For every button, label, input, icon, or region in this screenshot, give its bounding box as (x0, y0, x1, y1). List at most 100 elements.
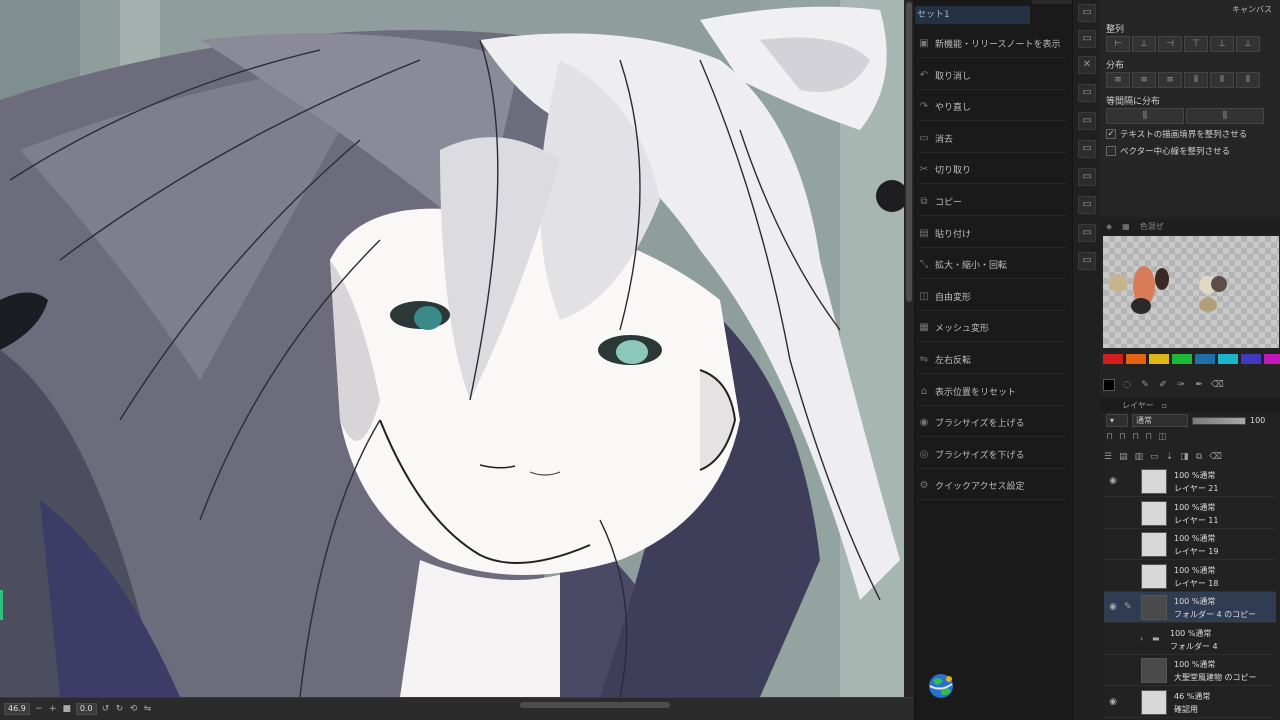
distribute-left-icon[interactable]: ≡ (1106, 72, 1130, 88)
folder-icon[interactable]: ▭ (1078, 196, 1096, 214)
color-swatch[interactable] (1195, 354, 1215, 364)
layer-tab[interactable]: レイヤー (1122, 400, 1154, 411)
folder-icon[interactable]: ▭ (1078, 4, 1096, 22)
new-raster-layer-icon[interactable]: ▤ (1119, 452, 1128, 462)
clip-icon[interactable]: ⊓ (1119, 432, 1126, 442)
distribute-center-icon[interactable]: ≡ (1132, 72, 1156, 88)
quick-access-item[interactable]: ▦ メッシュ変形 (917, 314, 1067, 343)
brush-icon[interactable]: ✐ (1157, 379, 1169, 391)
folder-icon[interactable]: ▭ (1078, 140, 1096, 158)
canvas-horizontal-scrollbar[interactable] (520, 702, 670, 708)
eye-icon[interactable]: ◉ (1107, 476, 1119, 486)
quick-access-item[interactable]: ↷ やり直し (917, 93, 1067, 122)
flip-icon[interactable]: ⇋ (143, 704, 153, 714)
folder-icon[interactable]: ▭ (1078, 112, 1096, 130)
lock-icon[interactable]: ⊓ (1106, 432, 1113, 442)
quick-access-item[interactable]: ▣ 新機能・リリースノートを表示 (917, 30, 1067, 58)
align-right-icon[interactable]: ⊣ (1158, 36, 1182, 52)
fit-screen-icon[interactable]: ■ (62, 704, 72, 714)
eraser-icon[interactable]: ✑ (1175, 379, 1187, 391)
distribute-top-icon[interactable]: ⦀ (1184, 72, 1208, 88)
checkbox-unchecked-icon[interactable] (1106, 146, 1116, 156)
mask-icon[interactable]: ◫ (1158, 432, 1167, 442)
equal-horizontal-icon[interactable]: ⫼ (1106, 108, 1184, 124)
color-swatch[interactable] (1126, 354, 1146, 364)
distribute-bottom-icon[interactable]: ⦀ (1236, 72, 1260, 88)
canvas-vertical-scrollbar[interactable] (904, 0, 914, 697)
layer-row[interactable]: 100 %通常 レイヤー 11 (1104, 498, 1276, 529)
color-swatch[interactable] (1264, 354, 1280, 364)
quick-access-item[interactable]: ⚙ クイックアクセス設定 (917, 472, 1067, 501)
quick-access-item[interactable]: ✂ 切り取り (917, 156, 1067, 185)
quick-access-item[interactable]: ⌂ 表示位置をリセット (917, 378, 1067, 406)
align-center-icon[interactable]: ⊥ (1132, 36, 1156, 52)
swap-color-icon[interactable]: ◌ (1121, 379, 1133, 391)
align-top-icon[interactable]: ⊤ (1184, 36, 1208, 52)
quick-access-item[interactable]: ⇋ 左右反転 (917, 346, 1067, 374)
layer-row[interactable]: ◉ 100 %通常 レイヤー 21 (1104, 466, 1276, 497)
drawing-canvas[interactable] (0, 0, 904, 697)
equal-vertical-icon[interactable]: ⫼ (1186, 108, 1264, 124)
opacity-value[interactable]: 100 (1250, 416, 1265, 425)
quick-access-item[interactable]: ◎ ブラシサイズを下げる (917, 441, 1067, 469)
main-color-chip[interactable] (1103, 379, 1115, 391)
quick-access-item[interactable]: ⤡ 拡大・縮小・回転 (917, 251, 1067, 280)
quick-access-set-header[interactable]: セット1 (915, 6, 1030, 24)
draft-icon[interactable]: ⊓ (1145, 432, 1152, 442)
align-bottom-icon[interactable]: ⊥ (1236, 36, 1260, 52)
color-swatch[interactable] (1103, 354, 1123, 364)
zoom-out-icon[interactable]: − (34, 704, 44, 714)
layer-lock-select[interactable]: ▾ (1106, 414, 1128, 427)
merge-down-icon[interactable]: ⇣ (1166, 452, 1174, 462)
opacity-slider[interactable] (1192, 416, 1246, 425)
canvas-tab[interactable]: キャンバス (1232, 4, 1272, 15)
blend-mode-select[interactable]: 通常 (1132, 414, 1188, 427)
zoom-in-icon[interactable]: + (48, 704, 58, 714)
rotation-value[interactable]: 0.0 (75, 703, 97, 715)
folder-icon[interactable]: ▭ (1078, 252, 1096, 270)
quick-access-item[interactable]: ▭ 消去 (917, 125, 1067, 153)
folder-icon[interactable]: ▭ (1078, 224, 1096, 242)
layer-row[interactable]: ◉ ✎ 100 %通常 フォルダー 4 のコピー (1104, 592, 1276, 623)
delete-layer-icon[interactable]: ⌫ (1209, 452, 1222, 462)
palette-icon[interactable]: ◈ (1106, 222, 1112, 231)
blend-icon[interactable]: ✒ (1193, 379, 1205, 391)
rotate-right-icon[interactable]: ↻ (115, 704, 125, 714)
eyedropper-icon[interactable]: ✎ (1139, 379, 1151, 391)
checkbox-checked-icon[interactable]: ✓ (1106, 129, 1116, 139)
layer-row[interactable]: 100 %通常 大聖堂風建物 のコピー (1104, 655, 1276, 686)
color-swatch[interactable] (1218, 354, 1238, 364)
chevron-right-icon[interactable]: › (1140, 634, 1143, 643)
color-swatch[interactable] (1241, 354, 1261, 364)
color-mixing-area[interactable] (1103, 236, 1279, 348)
distribute-right-icon[interactable]: ≡ (1158, 72, 1182, 88)
quick-access-item[interactable]: ▤ 貼り付け (917, 220, 1067, 248)
swatch-icon[interactable]: ▦ (1122, 222, 1130, 231)
eye-icon[interactable]: ◉ (1107, 697, 1119, 707)
align-left-icon[interactable]: ⊢ (1106, 36, 1130, 52)
zoom-value[interactable]: 46.9 (4, 703, 30, 715)
layer-row[interactable]: 100 %通常 レイヤー 18 (1104, 561, 1276, 592)
quick-access-item[interactable]: ⧉ コピー (917, 188, 1067, 216)
color-swatch[interactable] (1149, 354, 1169, 364)
quick-access-item[interactable]: ◉ ブラシサイズを上げる (917, 409, 1067, 438)
color-swatch[interactable] (1172, 354, 1192, 364)
layer-folder-row[interactable]: › ▬ 100 %通常 フォルダー 4 (1104, 624, 1276, 655)
layer-list-icon[interactable]: ☰ (1104, 452, 1112, 462)
new-vector-layer-icon[interactable]: ▥ (1135, 452, 1144, 462)
text-bounds-checkbox[interactable]: ✓ テキストの描画境界を整列させる (1106, 128, 1247, 140)
color-mix-tab[interactable]: 色混ぜ (1140, 221, 1164, 232)
clear-icon[interactable]: ⌫ (1211, 379, 1224, 391)
folder-icon[interactable]: ▭ (1078, 168, 1096, 186)
reference-icon[interactable]: ⊓ (1132, 432, 1139, 442)
folder-icon[interactable]: ▭ (1078, 30, 1096, 48)
quick-access-item[interactable]: ◫ 自由変形 (917, 283, 1067, 311)
eye-icon[interactable]: ◉ (1107, 602, 1119, 612)
close-icon[interactable]: ✕ (1078, 56, 1096, 74)
scrollbar-thumb[interactable] (906, 2, 912, 302)
layer-row[interactable]: ◉ 46 %通常 確認用 (1104, 687, 1276, 718)
quick-access-item[interactable]: ↶ 取り消し (917, 62, 1067, 90)
align-middle-icon[interactable]: ⊥ (1210, 36, 1234, 52)
vector-center-checkbox[interactable]: ベクター中心線を整列させる (1106, 145, 1230, 157)
distribute-middle-icon[interactable]: ⦀ (1210, 72, 1234, 88)
